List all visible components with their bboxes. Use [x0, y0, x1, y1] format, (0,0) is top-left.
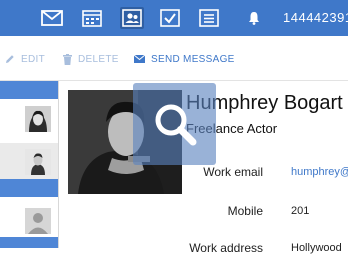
search-icon — [155, 104, 196, 146]
list-group-header — [0, 81, 58, 99]
work-address-value: Hollywood — [291, 242, 342, 254]
user-id-label[interactable]: 1444423912 — [283, 10, 348, 25]
work-address-label: Work address — [189, 241, 263, 255]
mail-icon — [41, 10, 63, 26]
send-message-label: SEND MESSAGE — [151, 53, 235, 65]
list-group-header — [0, 179, 58, 197]
tasks-button[interactable] — [158, 7, 182, 29]
list-item[interactable] — [0, 197, 58, 241]
contact-list — [0, 81, 59, 248]
avatar-placeholder — [25, 208, 51, 234]
notes-button[interactable] — [197, 7, 221, 29]
user-icon — [25, 208, 51, 234]
mobile-value[interactable]: 201 — [291, 205, 309, 217]
mobile-label: Mobile — [227, 204, 263, 218]
delete-label: DELETE — [78, 53, 119, 65]
avatar — [25, 106, 51, 132]
bell-icon — [249, 12, 259, 25]
send-message-button[interactable]: SEND MESSAGE — [134, 52, 235, 66]
avatar — [25, 149, 51, 175]
calendar-icon — [82, 10, 102, 27]
contacts-button[interactable] — [120, 7, 144, 29]
tasks-icon — [160, 9, 180, 27]
search-zoom-button[interactable] — [133, 83, 216, 165]
edit-button[interactable]: EDIT — [5, 52, 45, 66]
calendar-button[interactable] — [80, 7, 104, 29]
list-item[interactable] — [0, 99, 58, 143]
trash-icon — [63, 53, 72, 65]
top-navigation-bar: 1444423912 — [0, 0, 348, 36]
envelope-icon — [134, 55, 145, 63]
delete-button[interactable]: DELETE — [63, 52, 119, 66]
contacts-icon — [122, 9, 142, 27]
work-email-label: Work email — [203, 165, 263, 179]
pencil-icon — [6, 55, 14, 63]
mail-button[interactable] — [40, 7, 64, 29]
notifications-button[interactable] — [242, 7, 266, 29]
list-group-header — [0, 237, 58, 248]
notes-icon — [199, 9, 219, 27]
edit-label: EDIT — [21, 53, 45, 65]
work-email-value[interactable]: humphrey@ — [291, 166, 348, 178]
contact-toolbar: EDIT DELETE SEND MESSAGE — [0, 36, 348, 81]
